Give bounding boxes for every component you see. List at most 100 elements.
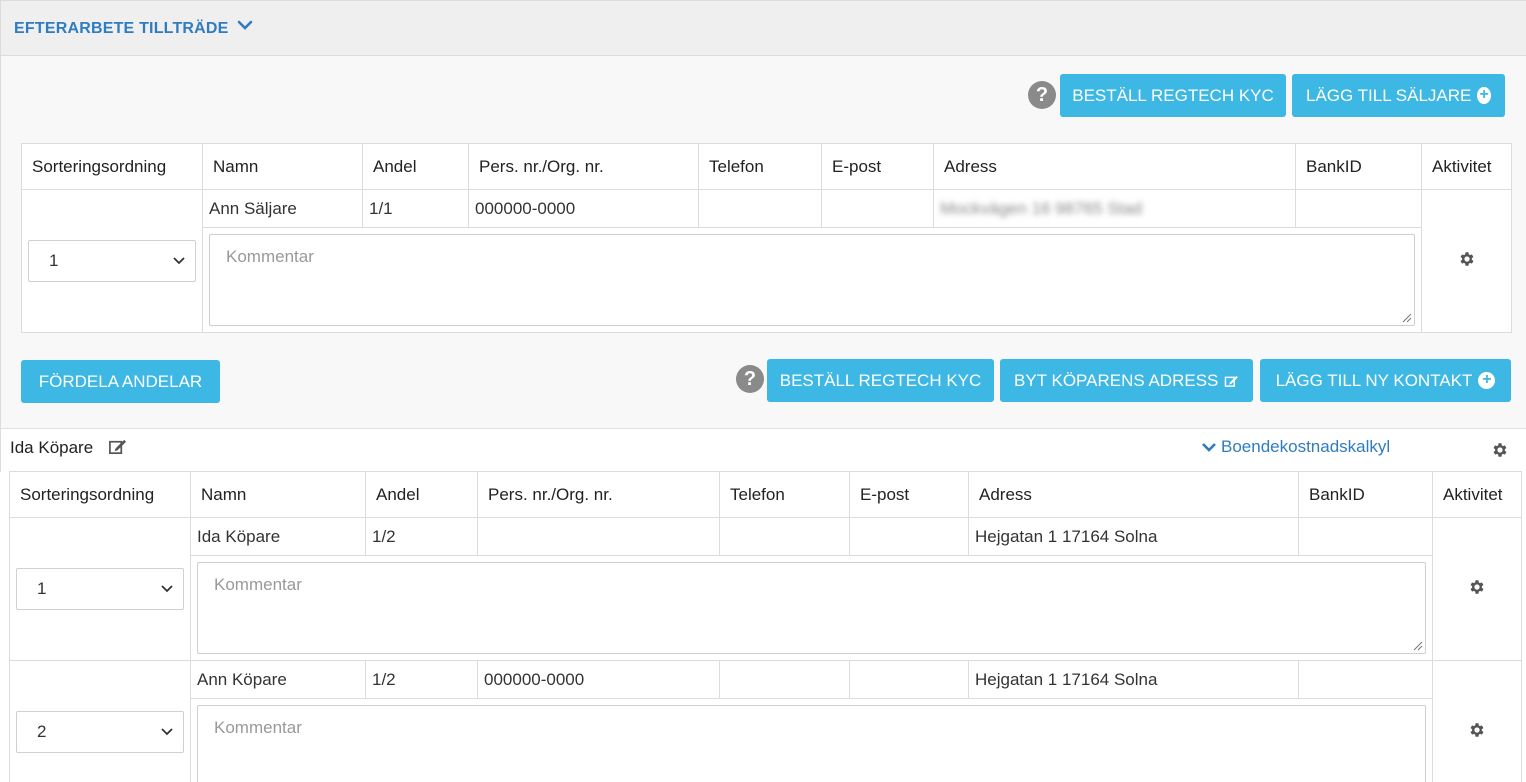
share-cell: 1/1 — [362, 189, 469, 228]
section-header[interactable]: EFTERARBETE TILLTRÄDE — [0, 0, 1526, 56]
email-cell — [849, 517, 969, 556]
col-header: Aktivitet — [1432, 471, 1522, 518]
comment-textarea[interactable]: Kommentar — [197, 705, 1426, 782]
col-header: Telefon — [698, 143, 822, 190]
phone-cell — [698, 189, 822, 228]
resize-grip-icon[interactable] — [1402, 313, 1412, 323]
sort-order-value: 1 — [49, 251, 59, 270]
sellers-table: Sorteringsordning Namn Andel Pers. nr./O… — [21, 143, 1512, 333]
housing-cost-calc-label: Boendekostnadskalkyl — [1221, 437, 1391, 456]
pnr-cell: 000000-0000 — [477, 660, 720, 699]
sellers-panel: ? BESTÄLL REGTECH KYC LÄGG TILL SÄLJARE … — [0, 56, 1526, 428]
comment-placeholder: Kommentar — [226, 247, 314, 266]
buyer-name: Ida Köpare — [10, 438, 94, 457]
table-row: 1 Ida Köpare 1/2 Hejgatan 1 17164 Solna — [9, 517, 1522, 661]
col-header: Sorteringsordning — [9, 471, 191, 518]
col-header: E-post — [821, 143, 934, 190]
activity-cell — [1421, 189, 1512, 333]
table-row: 2 Ann Köpare 1/2 000000-0000 Hejgatan 1 … — [9, 660, 1522, 782]
share-cell: 1/2 — [365, 517, 478, 556]
gear-icon[interactable] — [1468, 721, 1486, 739]
address-cell: Hejgatan 1 17164 Solna — [968, 517, 1299, 556]
comment-row: Kommentar — [22, 227, 1512, 333]
chevron-down-icon — [1202, 443, 1216, 452]
pnr-cell: 000000-0000 — [468, 189, 699, 228]
gear-icon[interactable] — [1491, 441, 1509, 459]
chevron-down-icon — [161, 728, 173, 736]
help-glyph: ? — [743, 367, 757, 390]
bankid-cell — [1298, 517, 1433, 556]
distribute-shares-button[interactable]: FÖRDELA ANDELAR — [21, 360, 220, 403]
gear-icon[interactable] — [1458, 250, 1476, 268]
order-kyc-button-buyers[interactable]: BESTÄLL REGTECH KYC — [767, 359, 994, 402]
address-cell: Hejgatan 1 17164 Solna — [968, 660, 1299, 699]
col-header: Sorteringsordning — [21, 143, 203, 190]
comment-textarea[interactable]: Kommentar — [209, 234, 1415, 326]
address-blurred: Mockvägen 16 98765 Stad — [940, 198, 1143, 218]
col-header: Adress — [933, 143, 1296, 190]
comment-cell: Kommentar — [190, 698, 1433, 782]
col-header: Pers. nr./Org. nr. — [477, 471, 720, 518]
housing-cost-calc-link[interactable]: Boendekostnadskalkyl — [1201, 437, 1390, 457]
section-title[interactable]: EFTERARBETE TILLTRÄDE — [14, 20, 229, 38]
col-header: Pers. nr./Org. nr. — [468, 143, 699, 190]
table-row: 1 Ann Säljare 1/1 000000-0000 Mockvägen … — [21, 189, 1512, 333]
name-cell: Ida Köpare — [190, 517, 366, 556]
col-header: BankID — [1298, 471, 1433, 518]
bankid-cell — [1298, 660, 1433, 699]
add-new-contact-button[interactable]: LÄGG TILL NY KONTAKT + — [1260, 359, 1511, 402]
add-seller-button[interactable]: LÄGG TILL SÄLJARE + — [1292, 74, 1505, 117]
help-icon[interactable]: ? — [736, 365, 764, 393]
help-glyph: ? — [1035, 83, 1049, 106]
col-header: BankID — [1295, 143, 1422, 190]
order-kyc-button[interactable]: BESTÄLL REGTECH KYC — [1060, 74, 1286, 117]
phone-cell — [719, 660, 850, 699]
sort-order-select[interactable]: 2 — [16, 711, 184, 753]
add-new-contact-label: LÄGG TILL NY KONTAKT — [1275, 370, 1473, 390]
email-cell — [849, 660, 969, 699]
activity-cell — [1432, 660, 1522, 782]
table-header-row: Sorteringsordning Namn Andel Pers. nr./O… — [21, 143, 1512, 190]
change-buyer-address-label: BYT KÖPARENS ADRESS — [1014, 370, 1219, 390]
sort-order-select[interactable]: 1 — [16, 568, 184, 610]
col-header: Namn — [202, 143, 363, 190]
col-header: Andel — [362, 143, 469, 190]
name-cell: Ann Köpare — [190, 660, 366, 699]
sort-order-value: 1 — [37, 579, 47, 598]
buyers-table: Sorteringsordning Namn Andel Pers. nr./O… — [9, 471, 1522, 782]
email-cell — [821, 189, 934, 228]
col-header: E-post — [849, 471, 969, 518]
sort-cell: 1 — [21, 189, 203, 333]
comment-placeholder: Kommentar — [214, 575, 302, 594]
gear-icon[interactable] — [1468, 578, 1486, 596]
name-cell: Ann Säljare — [202, 189, 363, 228]
plus-circle-icon: + — [1477, 87, 1491, 104]
bankid-cell — [1295, 189, 1422, 228]
sort-cell: 2 — [9, 660, 191, 782]
change-buyer-address-button[interactable]: BYT KÖPARENS ADRESS — [1000, 359, 1253, 402]
phone-cell — [719, 517, 850, 556]
order-kyc-label: BESTÄLL REGTECH KYC — [779, 370, 982, 390]
comment-row: Kommentar — [10, 698, 1522, 782]
page: EFTERARBETE TILLTRÄDE ? BESTÄLL REGTECH … — [0, 0, 1526, 782]
chevron-down-icon[interactable] — [235, 15, 255, 35]
help-icon[interactable]: ? — [1028, 81, 1056, 109]
comment-textarea[interactable]: Kommentar — [197, 562, 1426, 654]
address-cell: Mockvägen 16 98765 Stad — [933, 189, 1296, 228]
sort-order-value: 2 — [37, 722, 47, 741]
comment-row: Kommentar — [10, 555, 1522, 661]
comment-placeholder: Kommentar — [214, 718, 302, 737]
sort-order-select[interactable]: 1 — [28, 240, 196, 282]
edit-icon[interactable] — [108, 437, 127, 456]
resize-grip-icon[interactable] — [1413, 641, 1423, 651]
comment-cell: Kommentar — [202, 227, 1422, 333]
col-header: Andel — [365, 471, 478, 518]
col-header: Telefon — [719, 471, 850, 518]
plus-circle-icon: + — [1478, 372, 1496, 389]
col-header: Namn — [190, 471, 366, 518]
chevron-down-icon — [161, 585, 173, 593]
distribute-shares-label: FÖRDELA ANDELAR — [38, 371, 203, 391]
share-cell: 1/2 — [365, 660, 478, 699]
sort-cell: 1 — [9, 517, 191, 661]
col-header: Adress — [968, 471, 1299, 518]
